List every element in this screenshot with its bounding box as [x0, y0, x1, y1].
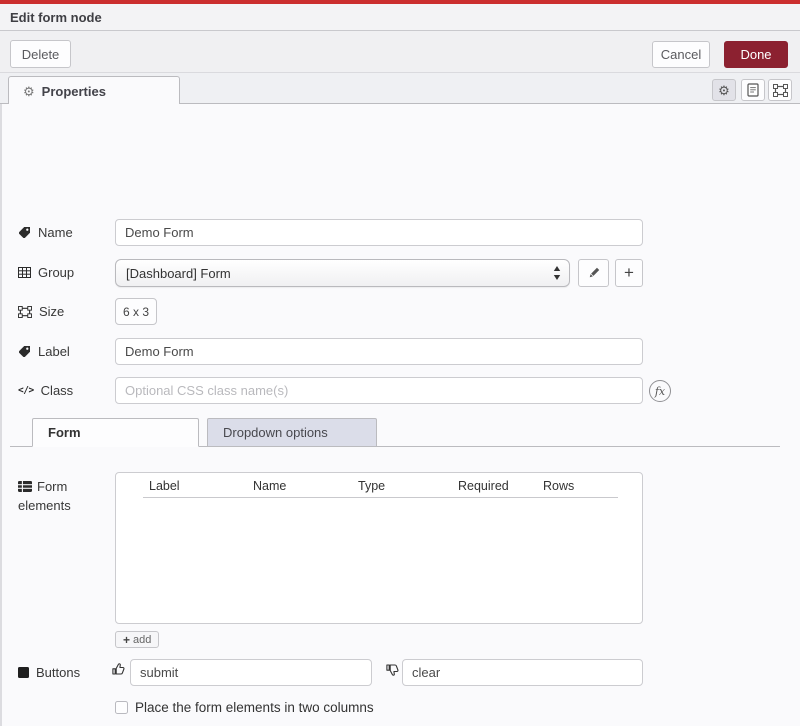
column-header-label: Label	[149, 479, 180, 493]
description-icon-button[interactable]	[741, 79, 765, 101]
add-group-button[interactable]: +	[615, 259, 643, 287]
thumbs-down-icon	[385, 662, 400, 677]
table-icon	[18, 267, 31, 278]
properties-icon-button[interactable]: ⚙	[712, 79, 736, 101]
appearance-icon-button[interactable]	[768, 79, 792, 101]
name-input[interactable]	[115, 219, 643, 246]
table-header-rule	[143, 497, 618, 498]
done-button[interactable]: Done	[724, 41, 788, 68]
group-field-label: Group	[18, 265, 74, 280]
size-field-label: Size	[18, 304, 64, 319]
form-elements-label: Form elements	[18, 477, 102, 515]
name-field-label: Name	[18, 225, 73, 240]
column-header-name: Name	[253, 479, 286, 493]
dialog-header: Edit form node	[0, 4, 800, 31]
cancel-button[interactable]: Cancel	[652, 41, 710, 68]
two-columns-checkbox-label: Place the form elements in two columns	[135, 700, 374, 715]
label-field-label: Label	[18, 344, 70, 359]
tab-form[interactable]: Form	[32, 418, 199, 447]
buttons-field-label: Buttons	[18, 665, 80, 680]
class-input[interactable]	[115, 377, 643, 404]
document-icon	[747, 83, 759, 97]
select-spinner-icon	[553, 265, 561, 281]
plus-icon: +	[123, 634, 130, 646]
properties-panel: Name Group [Dashboard] Form +	[0, 104, 800, 726]
size-button[interactable]: 6 x 3	[115, 298, 157, 325]
column-header-type: Type	[358, 479, 385, 493]
group-select-value: [Dashboard] Form	[126, 266, 231, 281]
thumbs-up-icon	[111, 662, 126, 677]
tag-icon	[18, 226, 31, 239]
clear-button-label-input[interactable]	[402, 659, 643, 686]
label-input[interactable]	[115, 338, 643, 365]
tag-icon	[18, 345, 31, 358]
tab-properties[interactable]: ⚙ Properties	[8, 76, 180, 105]
tab-properties-label: Properties	[42, 84, 106, 99]
column-header-rows: Rows	[543, 479, 574, 493]
two-columns-checkbox[interactable]	[115, 701, 128, 714]
column-header-required: Required	[458, 479, 509, 493]
tab-dropdown-options[interactable]: Dropdown options	[207, 418, 377, 446]
edit-group-button[interactable]	[578, 259, 609, 287]
form-elements-table[interactable]: Label Name Type Required Rows	[115, 472, 643, 624]
delete-button[interactable]: Delete	[10, 40, 71, 68]
dialog-toolbar: Delete Cancel Done	[0, 31, 800, 73]
pencil-icon	[587, 266, 601, 280]
editor-tabbar: ⚙ Properties ⚙	[0, 73, 800, 104]
gear-icon: ⚙	[718, 84, 730, 97]
gear-icon: ⚙	[23, 85, 35, 98]
group-select[interactable]: [Dashboard] Form	[115, 259, 570, 287]
plus-icon: +	[624, 263, 634, 283]
expression-fx-button[interactable]: fx	[649, 380, 671, 402]
object-group-icon	[773, 84, 788, 97]
submit-button-label-input[interactable]	[130, 659, 372, 686]
code-icon: </>	[18, 385, 34, 396]
square-icon	[18, 667, 29, 678]
dialog-title: Edit form node	[10, 10, 102, 25]
edit-form-node-dialog: Edit form node Delete Cancel Done ⚙ Prop…	[0, 0, 800, 726]
list-icon	[18, 481, 32, 492]
add-element-button[interactable]: + add	[115, 631, 159, 648]
class-field-label: </> Class	[18, 383, 73, 398]
object-group-icon	[18, 306, 32, 318]
form-options-tabbar: Form Dropdown options	[10, 418, 780, 447]
